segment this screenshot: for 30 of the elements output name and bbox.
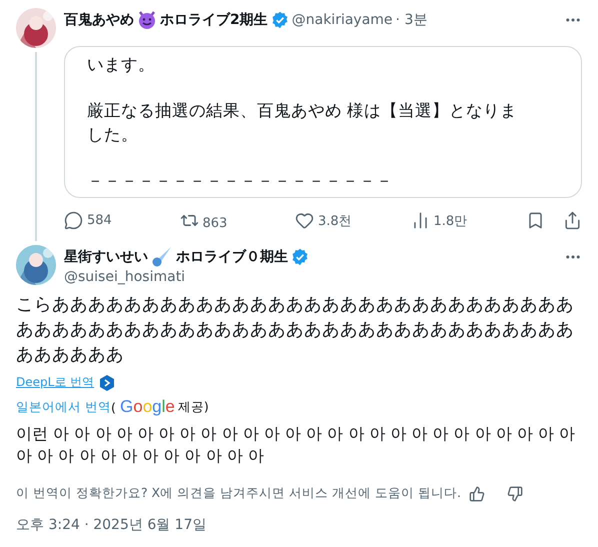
bookmark-icon[interactable] bbox=[526, 211, 545, 230]
author-name: 百鬼あやめ bbox=[64, 11, 134, 29]
provider-text: 제공) bbox=[178, 398, 209, 416]
devil-face-icon bbox=[137, 10, 157, 30]
card-paragraph: －－－－－－－－－－－－－－－－－－ bbox=[87, 170, 394, 192]
heart-icon[interactable] bbox=[295, 211, 314, 230]
post-timestamp: 오후 3:24 · 2025년 6월 17일 bbox=[16, 516, 208, 534]
thumbs-up-icon[interactable] bbox=[468, 486, 485, 502]
google-logo: Google bbox=[120, 397, 174, 417]
deepl-logo-icon bbox=[100, 374, 114, 390]
author-name: 星街すいせい bbox=[64, 248, 148, 266]
author-name-suffix: ホロライブ０期生 bbox=[176, 248, 288, 266]
action-count: 584 bbox=[87, 213, 112, 228]
action-count: 1.8만 bbox=[434, 212, 468, 230]
author-handle[interactable]: @nakiriayame bbox=[292, 12, 393, 28]
post-time: · 3분 bbox=[396, 11, 428, 29]
comet-icon bbox=[151, 246, 173, 268]
author-name-suffix: ホロライブ2期生 bbox=[160, 11, 268, 29]
feedback-prompt: 이 번역이 정확한가요? X에 의견을 남겨주시면 서비스 개선에 도움이 됩니다. bbox=[16, 485, 461, 502]
paren-text: ( bbox=[110, 400, 116, 414]
share-icon[interactable] bbox=[563, 211, 582, 230]
card-paragraph: います。 bbox=[87, 54, 156, 76]
reply-icon[interactable] bbox=[64, 211, 83, 230]
translated-text: 이런 아 아 아 아 아 아 아 아 아 아 아 아 아 아 아 아 아 아 아 아 아 아 아 아 아 아 아 아 아 아 아 아 아 아 아 아 아 bbox=[16, 423, 576, 467]
action-count: 863 bbox=[202, 216, 228, 231]
author-handle[interactable]: @suisei_hosimati bbox=[64, 269, 582, 285]
post-text: こらああああああああああああああああああああああああああああああああああああああああああああああああああああああああああああああああああ bbox=[16, 294, 575, 367]
thumbs-down-icon[interactable] bbox=[506, 486, 523, 502]
action-count: 3.8천 bbox=[318, 212, 352, 230]
card-paragraph: 厳正なる抽選の結果、百鬼あやめ 様は【当選】となりました。 bbox=[87, 100, 518, 146]
